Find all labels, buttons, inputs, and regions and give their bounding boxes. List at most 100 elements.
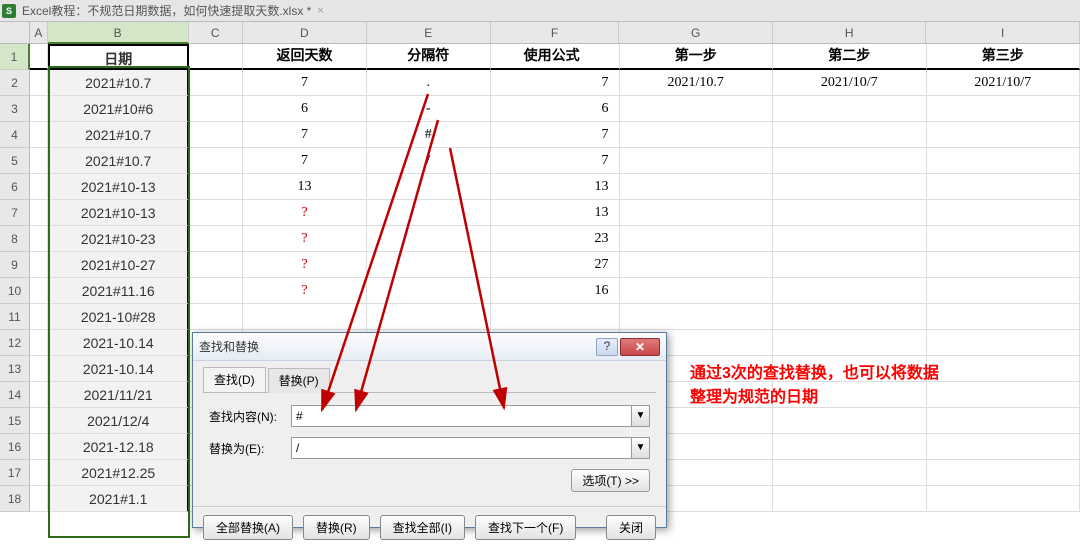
cell-C1[interactable]	[189, 44, 244, 70]
cell-D5[interactable]: 7	[243, 148, 367, 174]
cell-F7[interactable]: 13	[491, 200, 620, 226]
find-next-button[interactable]: 查找下一个(F)	[475, 515, 576, 540]
cell-C9[interactable]	[189, 252, 244, 278]
cell-A2[interactable]	[30, 70, 48, 96]
cell-E9[interactable]	[367, 252, 491, 278]
cell-H2[interactable]: 2021/10/7	[773, 70, 927, 96]
cell-B2[interactable]: 2021#10.7	[48, 70, 189, 96]
cell-H18[interactable]	[773, 486, 927, 512]
cell-C3[interactable]	[189, 96, 244, 122]
tab-replace[interactable]: 替换(P)	[268, 368, 330, 393]
find-all-button[interactable]: 查找全部(I)	[380, 515, 465, 540]
row-header-4[interactable]: 4	[0, 122, 30, 148]
row-header-8[interactable]: 8	[0, 226, 30, 252]
cell-B17[interactable]: 2021#12.25	[48, 460, 189, 486]
cell-B3[interactable]: 2021#10#6	[48, 96, 189, 122]
cell-G10[interactable]	[620, 278, 774, 304]
cell-B10[interactable]: 2021#11.16	[48, 278, 189, 304]
cell-H3[interactable]	[773, 96, 927, 122]
cell-B5[interactable]: 2021#10.7	[48, 148, 189, 174]
cell-D4[interactable]: 7	[243, 122, 367, 148]
cell-E10[interactable]	[367, 278, 491, 304]
row-header-13[interactable]: 13	[0, 356, 30, 382]
cell-I7[interactable]	[927, 200, 1080, 226]
cell-A15[interactable]	[30, 408, 48, 434]
cell-E3[interactable]: -	[367, 96, 491, 122]
cell-B16[interactable]: 2021-12.18	[48, 434, 189, 460]
cell-G2[interactable]: 2021/10.7	[620, 70, 774, 96]
dialog-close-button[interactable]: ✕	[620, 338, 660, 356]
cell-I5[interactable]	[927, 148, 1080, 174]
cell-F6[interactable]: 13	[491, 174, 620, 200]
row-header-9[interactable]: 9	[0, 252, 30, 278]
cell-B12[interactable]: 2021-10.14	[48, 330, 189, 356]
cell-E7[interactable]	[367, 200, 491, 226]
cell-A3[interactable]	[30, 96, 48, 122]
cell-D2[interactable]: 7	[243, 70, 367, 96]
cell-A14[interactable]	[30, 382, 48, 408]
cell-H12[interactable]	[773, 330, 927, 356]
col-header-E[interactable]: E	[367, 22, 491, 44]
cell-F4[interactable]: 7	[491, 122, 620, 148]
cell-A13[interactable]	[30, 356, 48, 382]
cell-H16[interactable]	[773, 434, 927, 460]
row-header-2[interactable]: 2	[0, 70, 30, 96]
cell-H15[interactable]	[773, 408, 927, 434]
col-header-C[interactable]: C	[189, 22, 243, 44]
cell-I6[interactable]	[927, 174, 1080, 200]
cell-E2[interactable]: .	[367, 70, 491, 96]
cell-C11[interactable]	[189, 304, 244, 330]
row-header-16[interactable]: 16	[0, 434, 30, 460]
cell-E8[interactable]	[367, 226, 491, 252]
row-header-1[interactable]: 1	[0, 44, 30, 70]
cell-B6[interactable]: 2021#10-13	[48, 174, 189, 200]
row-header-18[interactable]: 18	[0, 486, 30, 512]
cell-I9[interactable]	[927, 252, 1080, 278]
dialog-titlebar[interactable]: 查找和替换 ? ✕	[193, 333, 666, 361]
row-header-7[interactable]: 7	[0, 200, 30, 226]
replace-dropdown-icon[interactable]: ▼	[632, 437, 650, 459]
cell-B7[interactable]: 2021#10-13	[48, 200, 189, 226]
cell-A6[interactable]	[30, 174, 48, 200]
cell-H6[interactable]	[773, 174, 927, 200]
cell-E4[interactable]: #	[367, 122, 491, 148]
cell-I11[interactable]	[927, 304, 1080, 330]
row-header-17[interactable]: 17	[0, 460, 30, 486]
cell-C10[interactable]	[189, 278, 244, 304]
cell-C2[interactable]	[189, 70, 244, 96]
col-header-B[interactable]: B	[48, 22, 189, 44]
cell-B18[interactable]: 2021#1.1	[48, 486, 189, 512]
dialog-help-button[interactable]: ?	[596, 338, 618, 356]
cell-F5[interactable]: 7	[491, 148, 620, 174]
cell-H5[interactable]	[773, 148, 927, 174]
cell-F1[interactable]: 使用公式	[491, 44, 620, 70]
cell-G8[interactable]	[620, 226, 774, 252]
cell-E1[interactable]: 分隔符	[367, 44, 491, 70]
row-header-15[interactable]: 15	[0, 408, 30, 434]
cell-A11[interactable]	[30, 304, 48, 330]
cell-B8[interactable]: 2021#10-23	[48, 226, 189, 252]
cell-B13[interactable]: 2021-10.14	[48, 356, 189, 382]
row-header-6[interactable]: 6	[0, 174, 30, 200]
cell-F10[interactable]: 16	[491, 278, 620, 304]
col-header-F[interactable]: F	[491, 22, 620, 44]
cell-G7[interactable]	[620, 200, 774, 226]
cell-A18[interactable]	[30, 486, 48, 512]
tab-close-icon[interactable]: ×	[317, 5, 323, 17]
cell-D10[interactable]: ?	[243, 278, 367, 304]
cell-I2[interactable]: 2021/10/7	[927, 70, 1080, 96]
cell-H7[interactable]	[773, 200, 927, 226]
cell-G6[interactable]	[620, 174, 774, 200]
cell-C8[interactable]	[189, 226, 244, 252]
cell-B4[interactable]: 2021#10.7	[48, 122, 189, 148]
find-dropdown-icon[interactable]: ▼	[632, 405, 650, 427]
find-what-input[interactable]	[291, 405, 632, 427]
row-header-14[interactable]: 14	[0, 382, 30, 408]
cell-D9[interactable]: ?	[243, 252, 367, 278]
col-header-A[interactable]: A	[30, 22, 48, 44]
cell-A8[interactable]	[30, 226, 48, 252]
cell-I13[interactable]	[927, 356, 1080, 382]
cell-B15[interactable]: 2021/12/4	[48, 408, 189, 434]
col-header-D[interactable]: D	[243, 22, 367, 44]
options-button[interactable]: 选项(T) >>	[571, 469, 650, 492]
